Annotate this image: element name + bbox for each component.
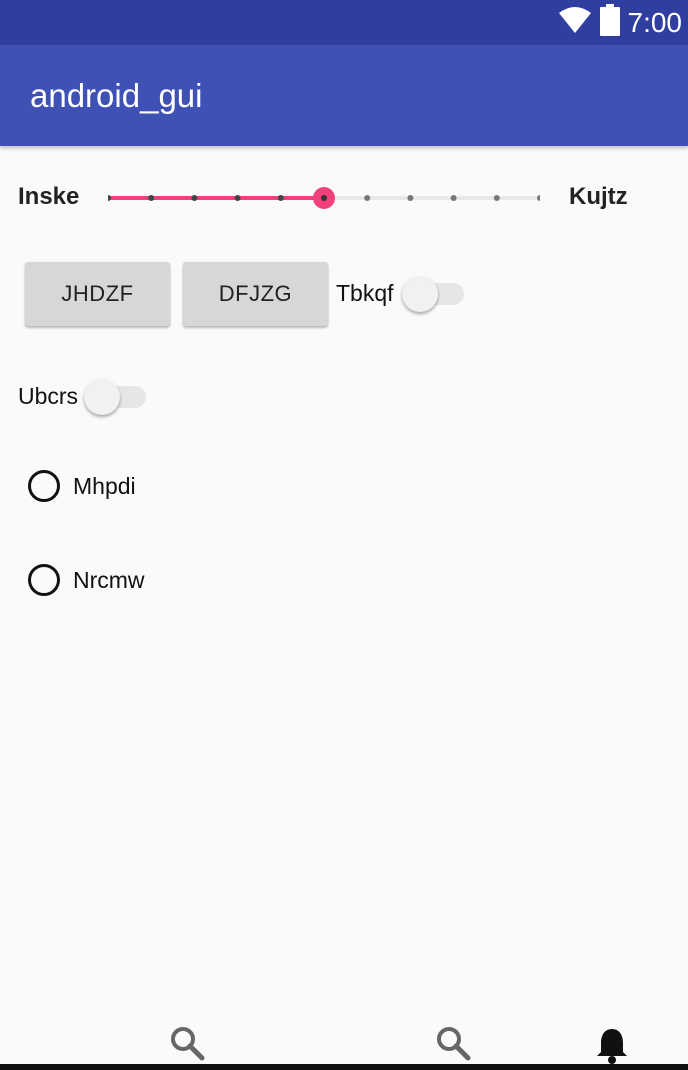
seekbar-tick <box>234 195 241 201</box>
seekbar-tick <box>364 195 371 201</box>
seekbar-tick <box>108 195 111 201</box>
status-icons: 7:00 <box>558 0 683 45</box>
seekbar-tick <box>407 195 414 201</box>
seekbar-thumb-tick <box>321 195 327 201</box>
search-icon[interactable] <box>436 1026 472 1067</box>
radio-nrcmw[interactable]: Nrcmw <box>28 560 145 600</box>
bell-icon[interactable] <box>594 1026 630 1069</box>
battery-icon <box>599 4 620 41</box>
status-time: 7:00 <box>627 6 683 38</box>
seekbar-tick <box>450 195 457 201</box>
status-bar: 7:00 <box>0 0 688 45</box>
radio-mhpdi[interactable]: Mhpdi <box>28 466 136 506</box>
switch-label-tbkqf: Tbkqf <box>336 280 394 306</box>
radio-button-circle[interactable] <box>28 470 60 502</box>
switch-label-ubcrs: Ubcrs <box>18 383 79 409</box>
discrete-seekbar[interactable] <box>108 178 540 218</box>
switch-thumb <box>402 276 438 312</box>
switch-tbkqf[interactable] <box>402 274 466 314</box>
seekbar-tick <box>277 195 284 201</box>
app-title: android_gui <box>30 77 203 114</box>
switch-thumb <box>84 379 120 415</box>
seekbar-left-label: Inske <box>18 183 80 210</box>
seekbar-right-label: Kujtz <box>569 183 628 210</box>
radio-label-mhpdi: Mhpdi <box>73 472 136 499</box>
seekbar-tick <box>493 195 500 201</box>
navigation-bar-edge <box>0 1064 688 1070</box>
jhdzf-button[interactable]: JHDZF <box>25 262 170 326</box>
search-icon[interactable] <box>170 1026 206 1067</box>
switch-ubcrs[interactable] <box>84 377 148 417</box>
app-bar: android_gui <box>0 45 688 146</box>
wifi-icon <box>558 6 592 39</box>
dfjzg-button[interactable]: DFJZG <box>183 262 328 326</box>
seekbar-tick <box>148 195 155 201</box>
seekbar-tick <box>537 195 540 201</box>
bottom-navigation <box>0 1020 688 1070</box>
radio-button-circle[interactable] <box>28 564 60 596</box>
radio-label-nrcmw: Nrcmw <box>73 566 145 593</box>
seekbar-tick <box>191 195 198 201</box>
